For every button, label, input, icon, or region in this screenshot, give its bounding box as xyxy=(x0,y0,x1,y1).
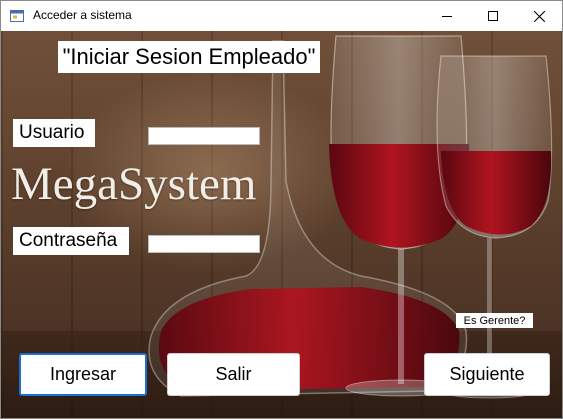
username-input[interactable] xyxy=(148,127,260,145)
megasystem-logo: MegaSystem xyxy=(11,158,257,210)
maximize-icon xyxy=(488,11,498,21)
maximize-button[interactable] xyxy=(470,1,516,31)
next-button[interactable]: Siguiente xyxy=(424,353,550,396)
password-label: Contraseña xyxy=(13,227,129,255)
close-icon xyxy=(533,10,545,22)
username-label: Usuario xyxy=(13,119,95,147)
form-heading: "Iniciar Sesion Empleado" xyxy=(58,41,320,73)
manager-checkbox[interactable]: Es Gerente? xyxy=(456,313,533,328)
login-button[interactable]: Ingresar xyxy=(19,353,147,396)
window-title: Acceder a sistema xyxy=(33,8,132,22)
minimize-icon xyxy=(442,16,452,17)
minimize-button[interactable] xyxy=(424,1,470,31)
close-button[interactable] xyxy=(516,1,562,31)
window-app-icon xyxy=(10,9,24,23)
title-bar[interactable]: Acceder a sistema xyxy=(1,1,562,31)
client-area: "Iniciar Sesion Empleado" Usuario MegaSy… xyxy=(1,31,562,418)
password-input[interactable] xyxy=(148,235,260,253)
login-window: Acceder a sistema "Iniciar Sesion Emplea… xyxy=(0,0,563,419)
exit-button[interactable]: Salir xyxy=(167,353,300,396)
